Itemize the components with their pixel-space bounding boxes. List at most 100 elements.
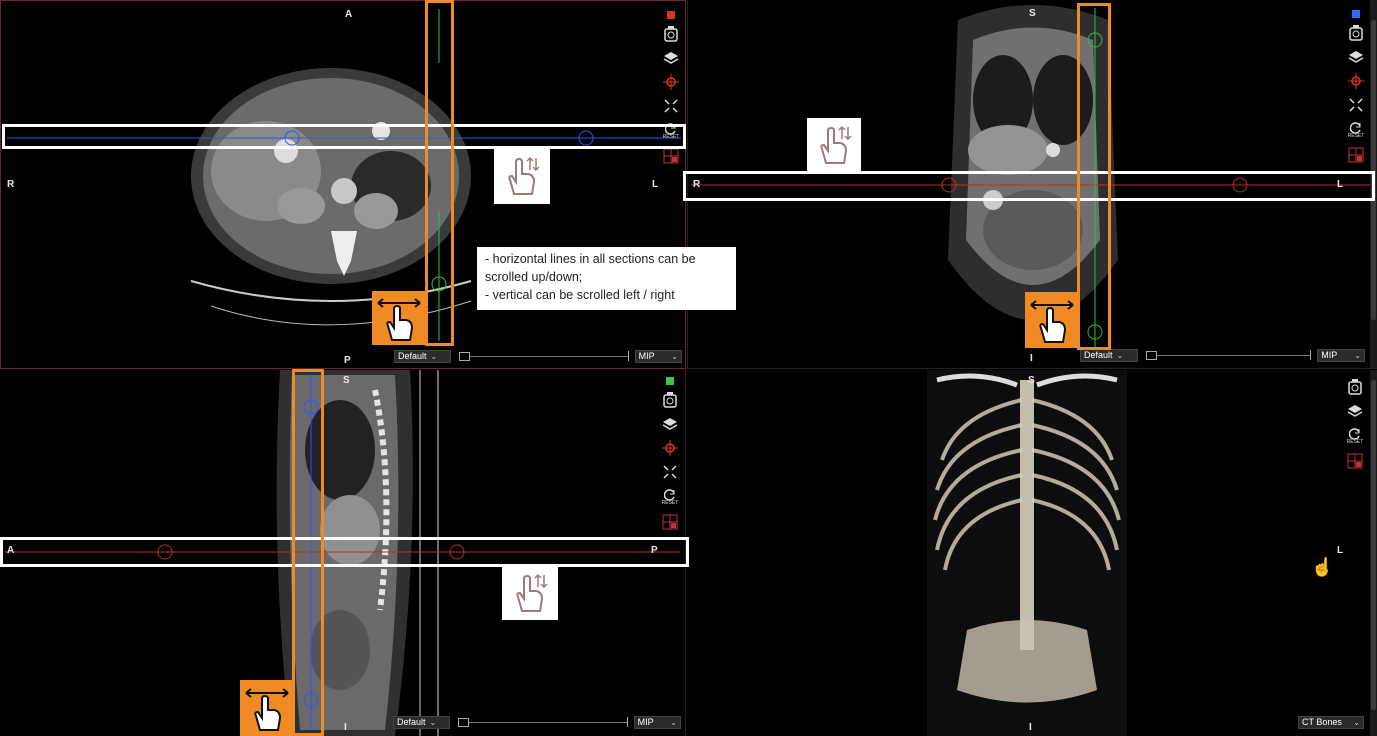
crosshair-icon[interactable] [1347, 72, 1365, 90]
layers-icon[interactable] [662, 49, 680, 67]
viewport-color-indicator [666, 377, 674, 385]
reset-icon [1350, 121, 1361, 134]
reset-button[interactable]: RESET [1346, 426, 1364, 446]
horizontal-line-highlight-axial [2, 124, 686, 149]
slab-slider-handle[interactable] [458, 717, 470, 727]
chevron-down-icon: ⌄ [1116, 350, 1124, 360]
orientation-right: L [652, 179, 659, 190]
scroll-vertical-gesture-icon [502, 566, 558, 620]
slab-slider-end [1310, 350, 1312, 360]
slab-slider-handle[interactable] [1145, 350, 1157, 360]
chevron-down-icon: ⌄ [1353, 717, 1360, 727]
viewport-color-indicator [667, 11, 675, 19]
volume-preset-select[interactable]: CT Bones ⌄ [1298, 715, 1364, 729]
mouse-pointer-icon: ☝ [1311, 557, 1334, 577]
window-preset-select[interactable]: Default ⌄ [393, 715, 451, 729]
chevron-down-icon: ⌄ [1354, 350, 1361, 360]
reset-label: RESET [1346, 438, 1364, 445]
chevron-down-icon: ⌄ [671, 351, 678, 361]
scrollbar-thumb[interactable] [1371, 380, 1376, 710]
layout-icon[interactable] [1347, 146, 1365, 164]
orientation-right: L [1337, 545, 1344, 556]
scroll-horizontal-gesture-icon [1025, 292, 1079, 348]
layers-icon[interactable] [661, 415, 679, 433]
slab-slider-end [626, 717, 628, 727]
viewport-toolbar: RESET [1347, 10, 1365, 164]
horizontal-line-highlight-sagittal [0, 537, 689, 567]
viewport-color-indicator [1352, 10, 1360, 18]
camera-icon[interactable] [1346, 378, 1364, 396]
render-mode-select[interactable]: MIP ⌄ [1317, 348, 1365, 362]
callout-line-3: - vertical can be scrolled left / right [485, 288, 675, 302]
scrollbar-thumb[interactable] [1371, 20, 1376, 320]
orientation-bottom: P [344, 355, 351, 366]
viewport-toolbar: RESET [661, 377, 679, 531]
window-preset-select[interactable]: Default ⌄ [1080, 348, 1138, 362]
vertical-line-highlight-sagittal [292, 369, 324, 736]
orientation-top: S [1028, 375, 1035, 386]
chevron-down-icon: ⌄ [670, 717, 677, 727]
window-preset-value: Default [397, 717, 426, 727]
volume-3d-viewport[interactable]: S L I RESET ☝ CT Bones ⌄ [687, 370, 1377, 736]
slab-slider-end [627, 351, 629, 361]
window-preset-value: Default [1084, 350, 1113, 360]
orientation-top: S [1029, 8, 1036, 19]
crosshair-icon[interactable] [662, 73, 680, 91]
slab-slider-track[interactable] [470, 355, 628, 357]
layout-icon[interactable] [1346, 452, 1364, 470]
scroll-horizontal-gesture-icon [240, 680, 294, 736]
reset-icon [1349, 427, 1360, 440]
viewport-scrollbar[interactable] [1370, 370, 1377, 736]
viewport-bottom-bar: Default ⌄ MIP ⌄ [394, 349, 682, 363]
volume-preset-value: CT Bones [1302, 717, 1342, 727]
orientation-bottom: I [1029, 722, 1032, 733]
render-mode-select[interactable]: MIP ⌄ [633, 715, 681, 729]
scroll-horizontal-gesture-icon [372, 291, 426, 345]
camera-icon[interactable] [661, 391, 679, 409]
render-mode-value: MIP [638, 351, 655, 361]
vertical-line-highlight-axial [425, 0, 454, 346]
render-mode-value: MIP [1321, 350, 1338, 360]
layers-icon[interactable] [1346, 402, 1364, 420]
reset-button[interactable]: RESET [661, 487, 679, 507]
render-mode-value: MIP [637, 717, 654, 727]
layout-icon[interactable] [661, 513, 679, 531]
collapse-icon[interactable] [662, 97, 680, 115]
camera-icon[interactable] [1347, 24, 1365, 42]
slab-slider-track[interactable] [469, 721, 627, 723]
slab-slider-track[interactable] [1156, 354, 1311, 356]
callout-line-1: - horizontal lines in all sections can b… [485, 252, 696, 266]
axial-viewport[interactable]: A R L P RESET Default ⌄ MIP ⌄ [0, 0, 686, 369]
axial-ct-image [7, 9, 681, 341]
orientation-top: S [343, 375, 350, 386]
viewport-toolbar: RESET [1346, 378, 1364, 470]
callout-line-2: scrolled up/down; [485, 270, 583, 284]
chevron-down-icon: ⌄ [429, 717, 437, 727]
viewport-bottom-bar: Default ⌄ MIP ⌄ [393, 715, 681, 729]
orientation-left: R [7, 179, 15, 190]
reset-button[interactable]: RESET [1347, 120, 1365, 140]
render-mode-select[interactable]: MIP ⌄ [634, 349, 682, 363]
reset-label: RESET [661, 499, 679, 506]
collapse-icon[interactable] [1347, 96, 1365, 114]
reset-label: RESET [1347, 132, 1365, 139]
window-preset-value: Default [398, 351, 427, 361]
viewport-bottom-bar: CT Bones ⌄ [1298, 715, 1364, 729]
chevron-down-icon: ⌄ [430, 351, 438, 361]
viewport-bottom-bar: Default ⌄ MIP ⌄ [1080, 348, 1365, 362]
scroll-vertical-gesture-icon [494, 148, 550, 204]
window-preset-select[interactable]: Default ⌄ [394, 349, 452, 363]
camera-icon[interactable] [662, 25, 680, 43]
orientation-bottom: I [344, 722, 347, 733]
volume-render-image [927, 370, 1127, 736]
orientation-top: A [345, 9, 353, 20]
crosshair-icon[interactable] [661, 439, 679, 457]
collapse-icon[interactable] [661, 463, 679, 481]
vertical-line-highlight-coronal [1077, 3, 1111, 350]
layers-icon[interactable] [1347, 48, 1365, 66]
layout-icon[interactable] [662, 147, 680, 165]
orientation-bottom: I [1030, 353, 1033, 364]
instruction-callout: - horizontal lines in all sections can b… [477, 247, 736, 310]
reset-icon [664, 488, 675, 501]
slab-slider-handle[interactable] [459, 351, 471, 361]
